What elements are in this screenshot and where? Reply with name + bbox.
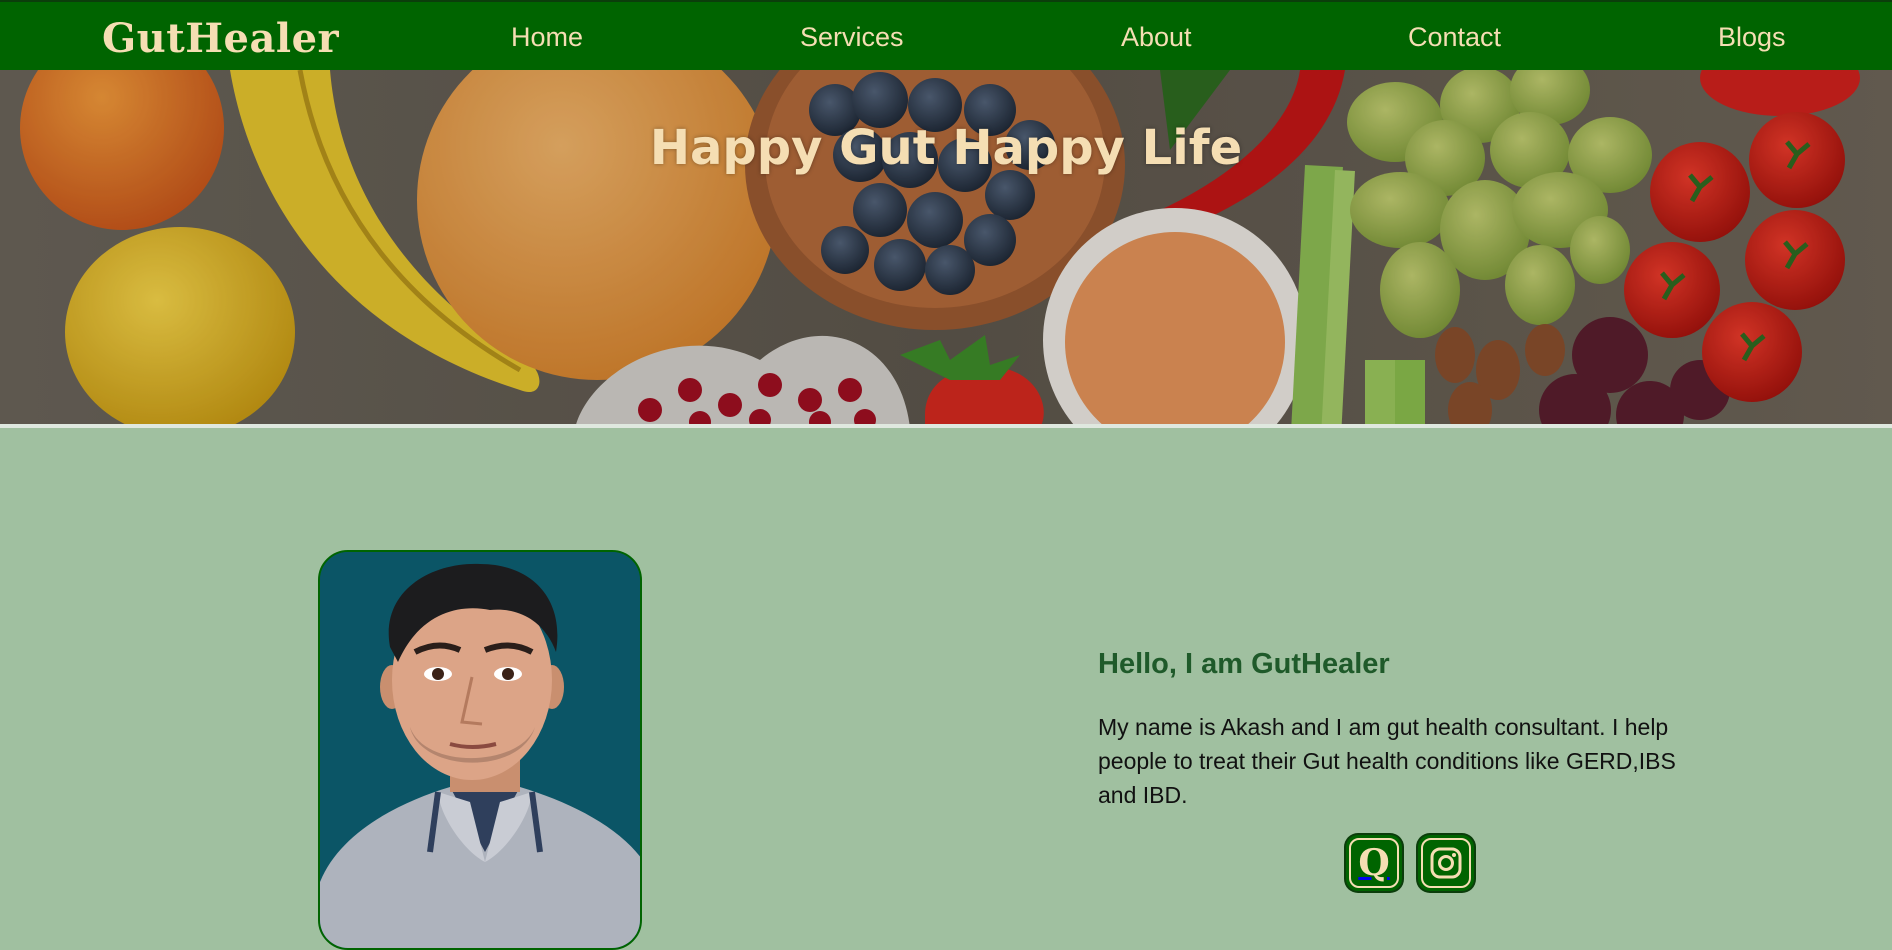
nav-link-home[interactable]: Home (511, 22, 583, 53)
profile-photo (320, 552, 640, 948)
hero-title: Happy Gut Happy Life (649, 120, 1243, 176)
quora-link[interactable]: Q (1346, 835, 1402, 891)
hero-banner: Happy Gut Happy Life (0, 70, 1892, 428)
top-navbar: GutHealer Home Services About Contact Bl… (0, 0, 1892, 70)
nav-link-contact[interactable]: Contact (1408, 22, 1501, 53)
nav-link-blogs[interactable]: Blogs (1718, 22, 1786, 53)
quora-icon: Q (1349, 838, 1399, 888)
instagram-link[interactable] (1418, 835, 1474, 891)
intro-paragraph: My name is Akash and I am gut health con… (1098, 714, 1676, 808)
site-logo[interactable]: GutHealer (102, 15, 339, 62)
nav-link-services[interactable]: Services (800, 22, 904, 53)
nav-link-about[interactable]: About (1121, 22, 1192, 53)
intro-heading: Hello, I am GutHealer (1098, 648, 1390, 680)
profile-photo-card (318, 550, 642, 950)
instagram-icon (1421, 838, 1471, 888)
